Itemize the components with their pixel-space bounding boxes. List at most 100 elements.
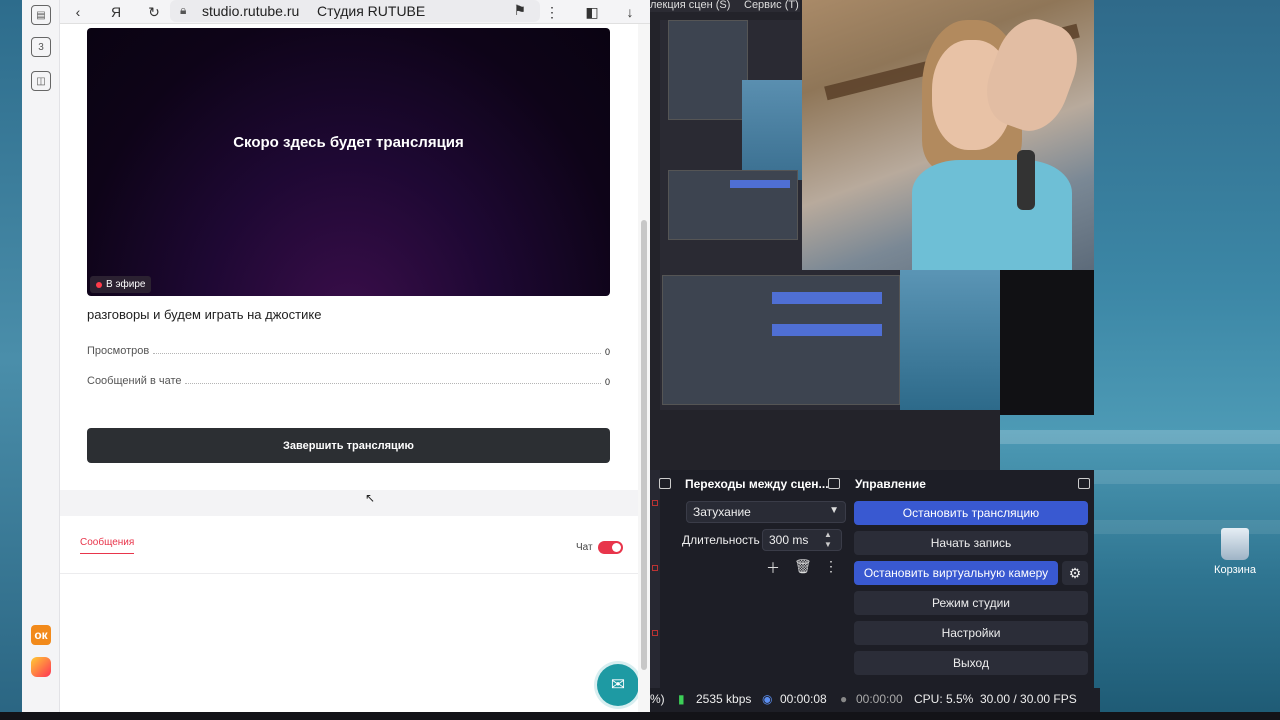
stat-views: Просмотров 0: [87, 341, 610, 357]
lock-icon: 🔒︎: [180, 3, 187, 17]
screenshot-icon[interactable]: ◫: [31, 71, 51, 91]
duration-label: Длительность: [682, 533, 760, 547]
tabs-count: 3: [38, 41, 44, 53]
obs-menu-tools[interactable]: Сервис (T): [744, 0, 799, 11]
transitions-dock-title: Переходы между сцен...: [685, 477, 829, 491]
odnoklassniki-icon[interactable]: ок: [31, 625, 51, 645]
chat-toggle-label: Чат: [576, 542, 593, 553]
tab-messages[interactable]: Сообщения: [80, 537, 135, 554]
add-transition-icon[interactable]: ＋: [766, 558, 780, 578]
stop-streaming-button[interactable]: Остановить трансляцию: [854, 501, 1088, 525]
chat-tabs-row: Сообщения Чат: [60, 516, 638, 574]
nested-capture-frame: [668, 20, 748, 120]
live-badge: В эфире: [90, 276, 151, 293]
extensions-icon[interactable]: ◧: [582, 2, 602, 22]
stream-player[interactable]: Скоро здесь будет трансляция В эфире: [87, 28, 610, 296]
dock-float-icon[interactable]: [828, 478, 840, 489]
yandex-icon[interactable]: Я: [106, 2, 126, 22]
status-fps: 30.00 / 30.00 FPS: [980, 692, 1077, 706]
page-scrollbar[interactable]: [638, 24, 650, 720]
stat-chat-messages: Сообщений в чате 0: [87, 371, 610, 387]
bookmark-icon[interactable]: ⚑: [513, 2, 526, 19]
nested-capture-button: [730, 180, 790, 188]
recycle-bin-graphic: [1221, 528, 1249, 560]
leader-dots: [185, 383, 601, 384]
gear-icon[interactable]: ⚙: [1062, 561, 1088, 585]
more-icon[interactable]: ⋮: [542, 2, 562, 22]
studio-mode-button[interactable]: Режим студии: [854, 591, 1088, 615]
controls-dock-title: Управление: [855, 477, 926, 491]
section-divider: [60, 490, 638, 516]
status-cpu: CPU: 5.5%: [914, 692, 974, 706]
stat-label: Сообщений в чате: [87, 375, 182, 387]
record-icon: ●: [840, 692, 848, 706]
desktop-left-strip: [0, 0, 22, 720]
preview-black-area: [1000, 270, 1094, 415]
audio-meter-mark: [652, 630, 658, 636]
obs-status-bar: %) ▮ 2535 kbps ◉ 00:00:08 ● 00:00:00 CPU…: [650, 688, 1100, 712]
obs-audio-strip: [650, 470, 660, 688]
leader-dots: [153, 353, 601, 354]
toggle-knob: [612, 543, 621, 552]
windows-taskbar: [0, 712, 1280, 720]
webcam-source: [802, 0, 1094, 270]
status-bitrate: 2535 kbps: [696, 692, 752, 706]
nested-capture-button: [772, 324, 882, 336]
address-page-title: Студия RUTUBE: [317, 3, 426, 19]
stat-label: Просмотров: [87, 345, 150, 357]
collections-icon[interactable]: ▤: [31, 5, 51, 25]
webcam-microphone: [1017, 150, 1035, 210]
download-icon[interactable]: ↓: [620, 2, 640, 22]
broadcast-icon: ◉: [762, 692, 773, 706]
live-badge-label: В эфире: [106, 279, 146, 290]
scrollbar-thumb[interactable]: [641, 220, 647, 670]
desktop-wave: [1000, 430, 1280, 444]
stat-value: 0: [604, 377, 610, 387]
app-icon[interactable]: [31, 657, 51, 677]
obs-menu-scene-collection[interactable]: лекция сцен (S): [650, 0, 730, 11]
transition-type-value: Затухание: [693, 505, 751, 519]
exit-button[interactable]: Выход: [854, 651, 1088, 675]
nested-capture-sea: [742, 80, 802, 180]
obs-menu-bar: лекция сцен (S) Сервис (T): [650, 0, 800, 12]
end-stream-button[interactable]: Завершить трансляцию: [87, 428, 610, 463]
back-icon[interactable]: ‹: [68, 2, 88, 22]
audio-meter-mark: [652, 565, 658, 571]
transition-type-select[interactable]: Затухание ▼: [686, 501, 846, 523]
settings-button[interactable]: Настройки: [854, 621, 1088, 645]
address-domain: studio.rutube.ru: [202, 3, 300, 19]
stat-value: 0: [604, 347, 610, 357]
duration-spinner-icon[interactable]: ▲ ▼: [824, 530, 832, 550]
signal-icon: ▮: [678, 692, 685, 706]
transition-menu-icon[interactable]: ⋮: [824, 558, 838, 575]
tabs-count-icon[interactable]: 3: [31, 37, 51, 57]
status-dropped-frames: %): [650, 692, 665, 706]
address-bar[interactable]: 🔒︎ studio.rutube.ru Студия RUTUBE ⚑: [170, 0, 540, 22]
duration-value: 300 ms: [769, 533, 809, 547]
dock-float-icon[interactable]: [659, 478, 671, 489]
browser-toolbar: ‹ Я ↻ 🔒︎ studio.rutube.ru Студия RUTUBE …: [60, 0, 650, 24]
obs-dock-area: Переходы между сцен... Затухание ▼ Длите…: [650, 470, 1094, 688]
nested-desktop-capture: [900, 270, 1000, 410]
webcam-person-shirt: [912, 160, 1072, 270]
start-recording-button[interactable]: Начать запись: [854, 531, 1088, 555]
reload-icon[interactable]: ↻: [144, 2, 164, 22]
chat-toggle[interactable]: [598, 541, 623, 554]
live-dot-icon: [96, 281, 102, 288]
browser-side-panel: ▤ 3 ◫ ок: [22, 0, 60, 720]
stream-title: разговоры и будем играть на джостике: [87, 307, 322, 322]
player-placeholder-text: Скоро здесь будет трансляция: [233, 134, 464, 151]
nested-capture-button: [772, 292, 882, 304]
mouse-cursor-icon: ↖: [365, 491, 376, 505]
support-chat-icon[interactable]: ✉: [597, 664, 639, 706]
screen: Корзина ▤ 3 ◫ ок ‹ Я ↻ 🔒︎ studio.rutube.…: [0, 0, 1280, 720]
dock-float-icon[interactable]: [1078, 478, 1090, 489]
chevron-down-icon: ▼: [829, 505, 839, 516]
ok-label: ок: [34, 628, 48, 642]
delete-transition-icon[interactable]: 🗑︎: [794, 558, 812, 575]
status-record-time: 00:00:00: [856, 692, 903, 706]
recycle-bin-icon[interactable]: Корзина: [1210, 528, 1260, 576]
audio-meter-mark: [652, 500, 658, 506]
stop-virtual-camera-button[interactable]: Остановить виртуальную камеру: [854, 561, 1058, 585]
recycle-bin-label: Корзина: [1214, 564, 1256, 576]
